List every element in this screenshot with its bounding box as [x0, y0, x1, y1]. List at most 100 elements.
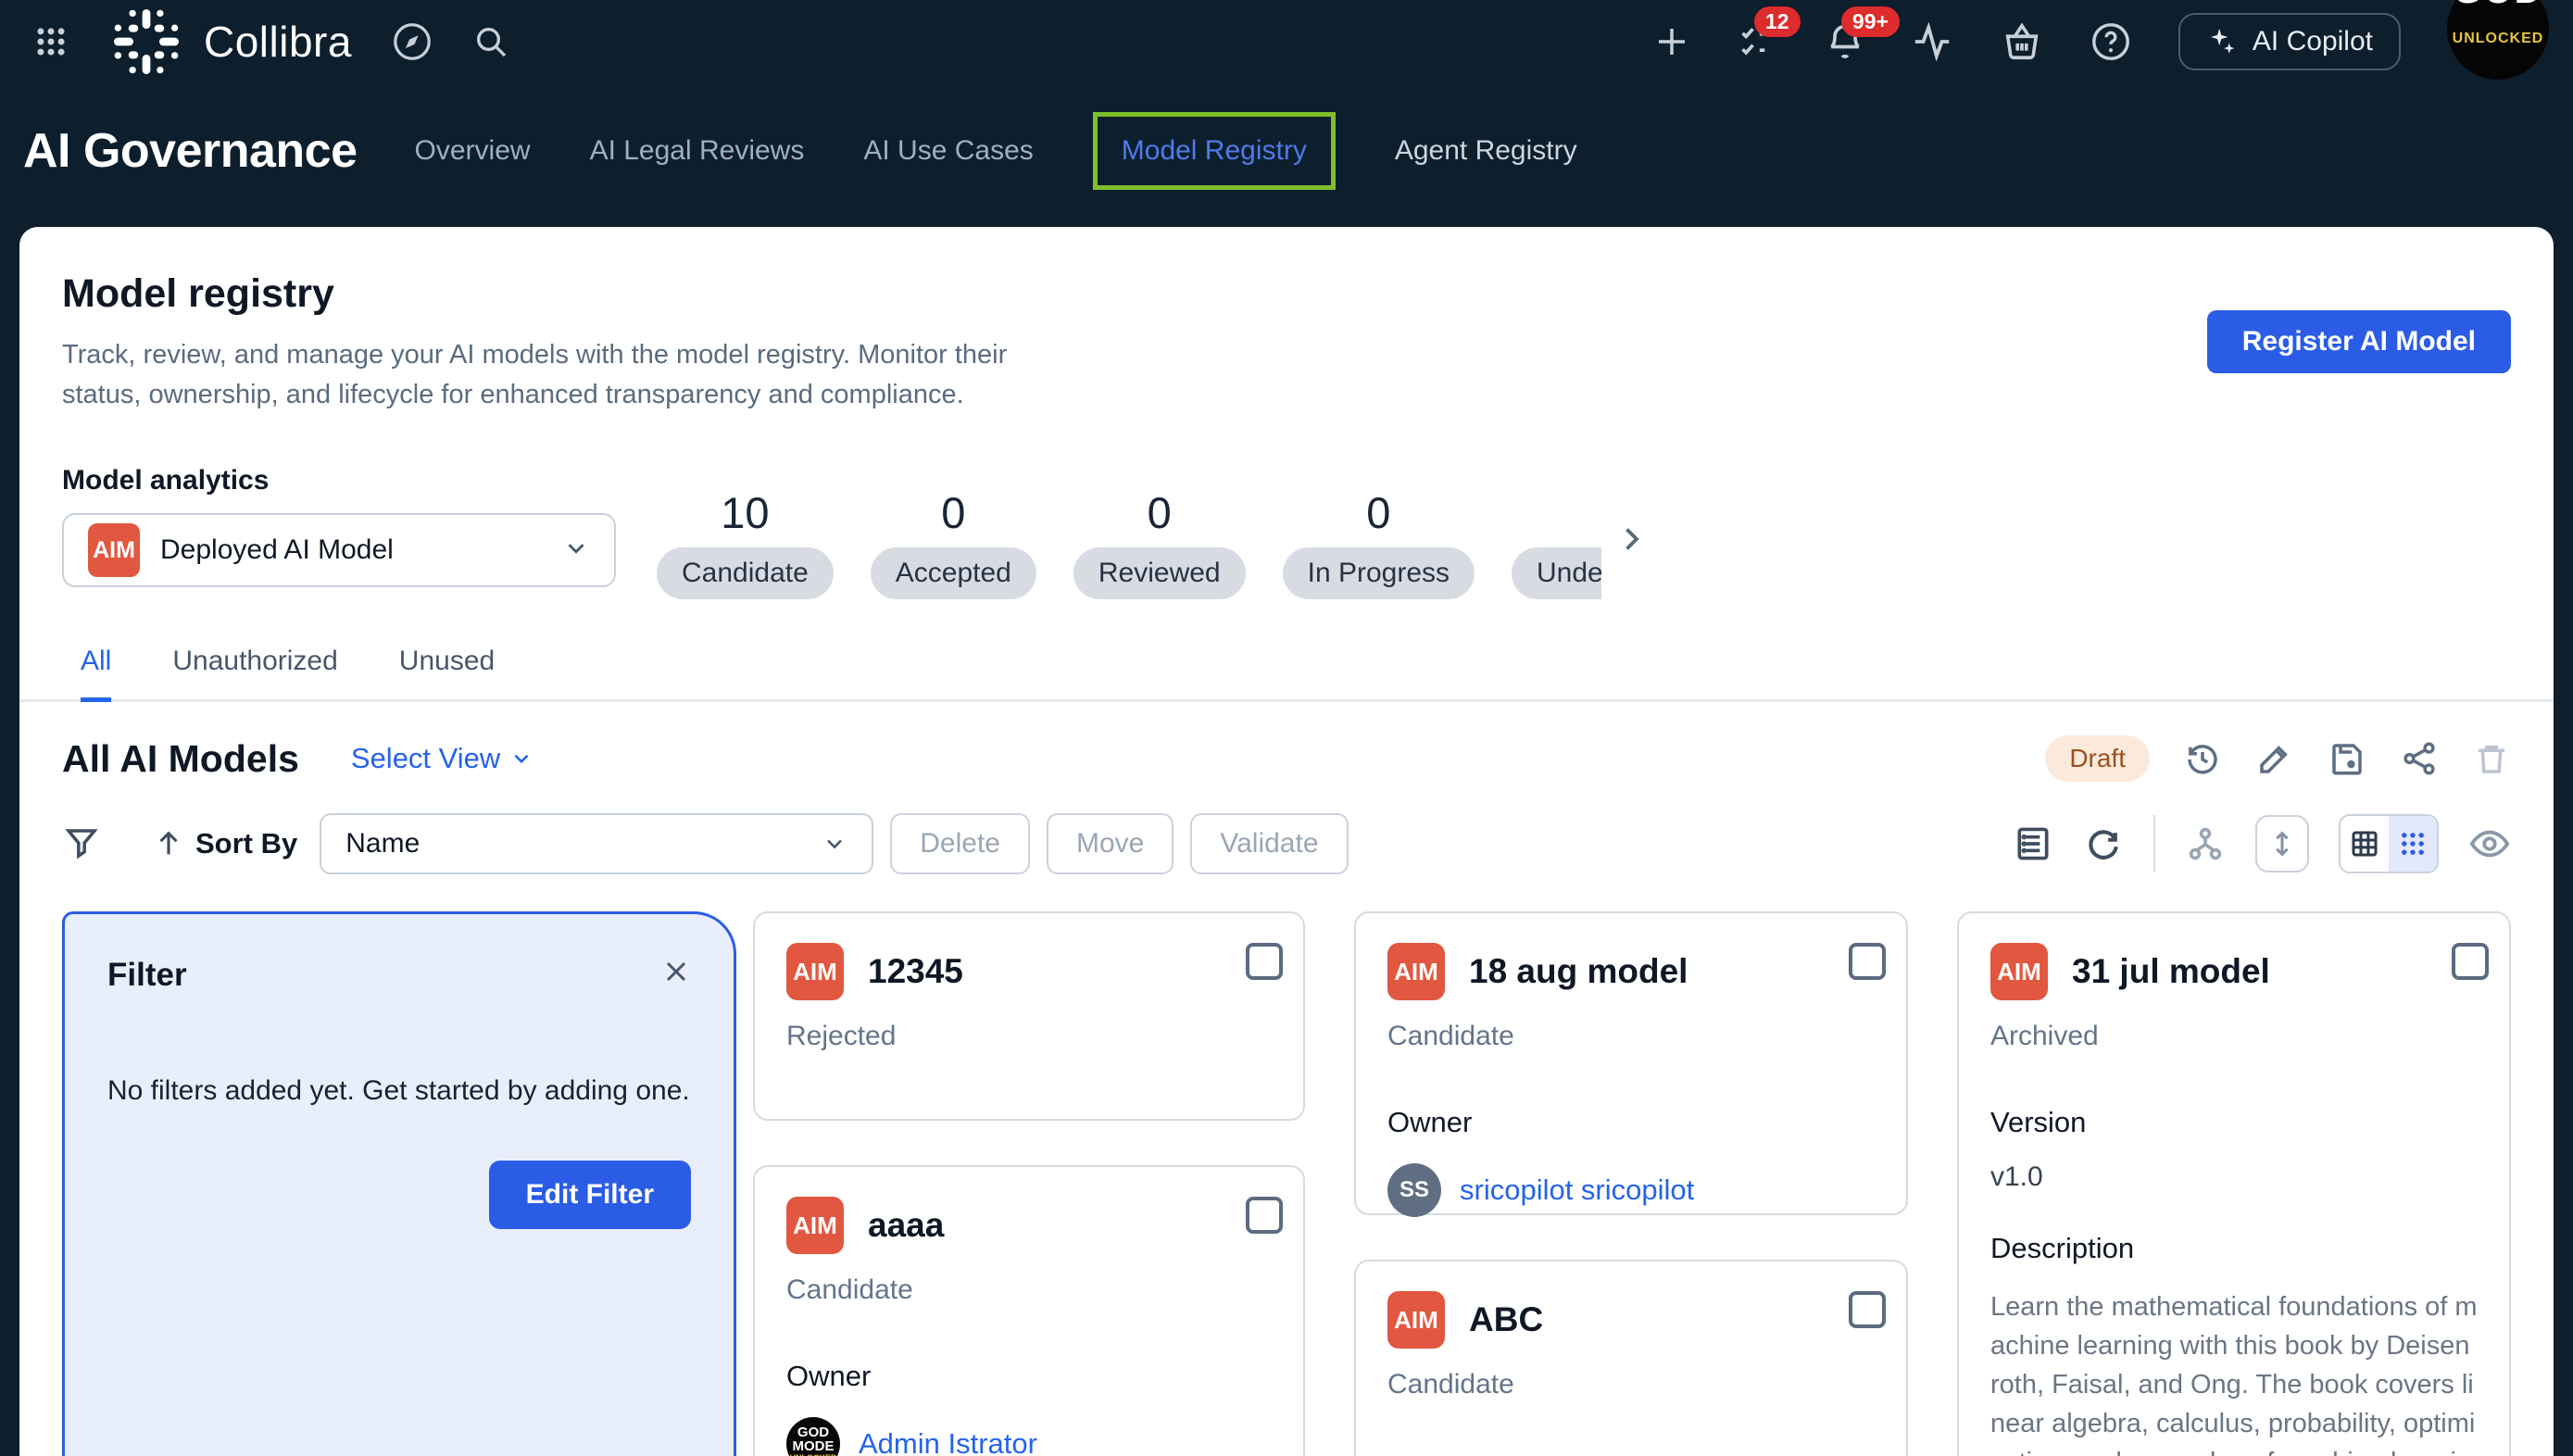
stat-label: Under Review — [1512, 547, 1601, 599]
compass-icon[interactable] — [391, 20, 433, 63]
nav-item-ai-use-cases[interactable]: AI Use Cases — [863, 135, 1033, 167]
tab-unauthorized[interactable]: Unauthorized — [172, 646, 337, 699]
owner-avatar: GOD MODE UNLOCKED — [786, 1417, 840, 1456]
select-view-label: Select View — [351, 742, 500, 775]
version-value: v1.0 — [1990, 1161, 2478, 1193]
aim-badge: AIM — [786, 943, 844, 1000]
tasks-count-badge: 12 — [1754, 6, 1801, 37]
collibra-logo[interactable]: Collibra — [107, 3, 352, 81]
top-header-bar: Collibra 12 99+ AI Copi — [0, 0, 2573, 83]
nav-item-agent-registry[interactable]: Agent Registry — [1395, 135, 1577, 167]
model-analytics: Model analytics AIM Deployed AI Model 10… — [62, 465, 2511, 599]
ai-copilot-label: AI Copilot — [2253, 26, 2373, 57]
owner-link[interactable]: Admin Istrator — [859, 1427, 1037, 1456]
aim-badge: AIM — [786, 1197, 844, 1254]
sort-field-select[interactable]: Name — [320, 813, 873, 874]
grid-view-button[interactable] — [2389, 816, 2437, 872]
model-card-18-aug-model[interactable]: AIM 18 aug model Candidate Owner SS sric… — [1354, 911, 1908, 1215]
stat-label: Reviewed — [1073, 547, 1246, 599]
model-name: 18 aug model — [1469, 952, 1688, 991]
card-checkbox[interactable] — [1849, 1291, 1886, 1328]
stat-label: Accepted — [871, 547, 1036, 599]
governance-nav: AI Governance Overview AI Legal Reviews … — [0, 83, 2573, 227]
filter-funnel-icon[interactable] — [62, 824, 101, 863]
model-card-aaaa[interactable]: AIM aaaa Candidate Owner GOD MODE UNLOCK… — [753, 1165, 1305, 1456]
model-card-12345[interactable]: AIM 12345 Rejected — [753, 911, 1305, 1121]
delete-trash-icon[interactable] — [2472, 739, 2511, 778]
page-title: Model registry — [62, 271, 2511, 317]
description-label: Description — [1990, 1232, 2478, 1265]
model-card-31-jul-model[interactable]: AIM 31 jul model Archived Version v1.0 D… — [1957, 911, 2511, 1456]
sort-direction-icon[interactable] — [153, 828, 184, 860]
model-card-abc[interactable]: AIM ABC Candidate Owner — [1354, 1260, 1908, 1456]
edit-pencil-icon[interactable] — [2255, 739, 2294, 778]
stat-count: 10 — [721, 487, 769, 538]
delete-button[interactable]: Delete — [890, 813, 1030, 874]
tasks-icon[interactable]: 12 — [1738, 21, 1778, 62]
sort-by-control[interactable]: Sort By — [153, 827, 297, 860]
chevron-down-icon — [822, 831, 847, 857]
stat-count: 0 — [1366, 487, 1390, 538]
nav-item-ai-legal-reviews[interactable]: AI Legal Reviews — [590, 135, 805, 167]
search-icon[interactable] — [472, 23, 509, 60]
version-label: Version — [1990, 1106, 2478, 1139]
draft-status-badge: Draft — [2045, 735, 2150, 782]
nav-item-model-registry[interactable]: Model Registry — [1093, 112, 1336, 190]
model-status: Candidate — [786, 1274, 1272, 1306]
validate-button[interactable]: Validate — [1190, 813, 1348, 874]
avatar-initials: SS — [1399, 1177, 1429, 1203]
notifications-bell-icon[interactable]: 99+ — [1825, 21, 1865, 62]
list-view-icon[interactable] — [2013, 823, 2053, 864]
model-status: Rejected — [786, 1021, 1272, 1052]
share-icon[interactable] — [2400, 739, 2439, 778]
activity-icon[interactable] — [1912, 20, 1954, 63]
logo-text: Collibra — [204, 17, 352, 67]
page-description: Track, review, and manage your AI models… — [62, 335, 1062, 415]
add-icon[interactable] — [1652, 22, 1691, 61]
aim-badge: AIM — [88, 523, 140, 577]
model-type-selector[interactable]: AIM Deployed AI Model — [62, 513, 616, 587]
avatar-bottom-text: UNLOCKED — [2453, 31, 2544, 47]
user-avatar[interactable]: GOD UNLOCKED — [2447, 0, 2549, 80]
chevron-down-icon — [509, 747, 533, 771]
card-checkbox[interactable] — [1246, 1197, 1283, 1234]
model-analytics-label: Model analytics — [62, 465, 616, 496]
select-view-dropdown[interactable]: Select View — [351, 742, 533, 775]
help-icon[interactable] — [2090, 20, 2132, 63]
filter-empty-message: No filters added yet. Get started by add… — [107, 1075, 691, 1107]
notifications-count-badge: 99+ — [1841, 6, 1900, 37]
model-registry-panel: Model registry Track, review, and manage… — [19, 227, 2554, 1456]
refresh-icon[interactable] — [2083, 823, 2124, 864]
model-tabs: All Unauthorized Unused — [19, 646, 2554, 702]
edit-filter-button[interactable]: Edit Filter — [489, 1161, 691, 1229]
tab-unused[interactable]: Unused — [399, 646, 495, 699]
description-text: Learn the mathematical foundations of ma… — [1990, 1287, 2478, 1456]
nav-item-overview[interactable]: Overview — [415, 135, 531, 167]
tab-all[interactable]: All — [81, 646, 111, 702]
card-checkbox[interactable] — [2452, 943, 2489, 980]
card-checkbox[interactable] — [1849, 943, 1886, 980]
stat-count: 0 — [1148, 487, 1172, 538]
hierarchy-icon[interactable] — [2185, 823, 2226, 864]
model-status: Candidate — [1387, 1021, 1875, 1052]
table-view-button[interactable] — [2341, 816, 2389, 872]
model-name: aaaa — [868, 1206, 944, 1245]
basket-icon[interactable] — [2001, 20, 2043, 63]
model-status: Archived — [1990, 1021, 2478, 1052]
preview-eye-icon[interactable] — [2468, 822, 2511, 865]
move-button[interactable]: Move — [1047, 813, 1174, 874]
history-icon[interactable] — [2183, 739, 2222, 778]
register-ai-model-button[interactable]: Register AI Model — [2207, 310, 2511, 373]
model-name: 31 jul model — [2072, 952, 2270, 991]
aim-badge: AIM — [1990, 943, 2048, 1000]
stats-next-chevron-icon[interactable] — [1614, 522, 1648, 560]
all-ai-models-title: All AI Models — [62, 737, 299, 781]
ai-copilot-button[interactable]: AI Copilot — [2178, 13, 2401, 70]
app-grid-icon[interactable] — [33, 24, 69, 59]
toolbar-divider — [2153, 815, 2155, 872]
close-icon[interactable] — [659, 955, 693, 988]
owner-link[interactable]: sricopilot sricopilot — [1460, 1174, 1694, 1207]
save-icon[interactable] — [2328, 739, 2366, 778]
expand-rows-button[interactable] — [2255, 815, 2309, 872]
card-checkbox[interactable] — [1246, 943, 1283, 980]
